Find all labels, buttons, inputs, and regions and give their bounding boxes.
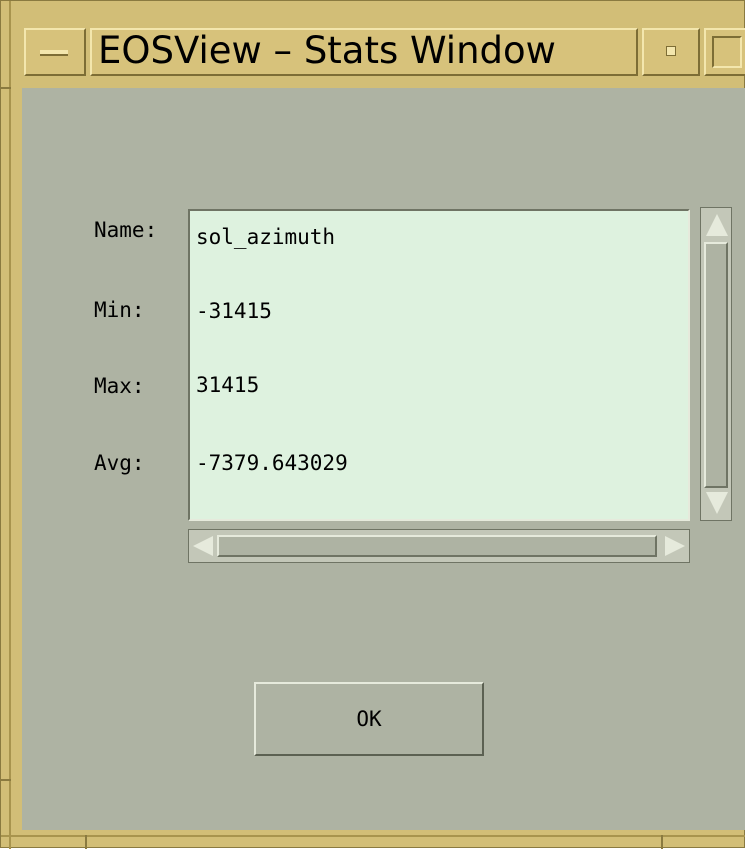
frame-border-left <box>9 1 11 849</box>
maximize-icon <box>712 36 742 68</box>
horizontal-scroll-thumb[interactable] <box>217 535 657 557</box>
name-label: Name: <box>94 218 158 242</box>
scroll-down-arrow-icon[interactable] <box>706 492 728 514</box>
frame-resize-corner[interactable] <box>85 835 87 849</box>
maximize-button[interactable] <box>704 28 745 76</box>
window-menu-icon <box>40 50 68 56</box>
frame-resize-corner[interactable] <box>1 779 11 781</box>
minimize-icon <box>666 46 676 56</box>
avg-value: -7379.643029 <box>196 451 348 475</box>
max-label: Max: <box>94 374 145 398</box>
vertical-scrollbar[interactable] <box>700 207 732 521</box>
window-title[interactable]: EOSView – Stats Window <box>90 28 638 76</box>
frame-resize-corner[interactable] <box>661 835 663 849</box>
max-value: 31415 <box>196 373 260 397</box>
vertical-scroll-thumb[interactable] <box>704 242 728 488</box>
scroll-up-arrow-icon[interactable] <box>706 214 728 236</box>
name-value: sol_azimuth <box>196 225 336 249</box>
scroll-left-arrow-icon[interactable] <box>193 536 213 556</box>
frame-resize-corner[interactable] <box>1 87 11 89</box>
min-value: -31415 <box>196 299 272 323</box>
frame-border-bottom <box>1 835 745 837</box>
min-label: Min: <box>94 298 145 322</box>
stats-text-area[interactable]: sol_azimuth -31415 31415 -7379.643029 <box>188 209 690 521</box>
scroll-right-arrow-icon[interactable] <box>665 536 685 556</box>
avg-label: Avg: <box>94 451 145 475</box>
title-bar[interactable]: EOSView – Stats Window <box>10 12 745 84</box>
ok-button[interactable]: OK <box>254 682 484 756</box>
horizontal-scrollbar[interactable] <box>188 529 690 563</box>
window-menu-button[interactable] <box>24 28 86 76</box>
minimize-button[interactable] <box>642 28 700 76</box>
